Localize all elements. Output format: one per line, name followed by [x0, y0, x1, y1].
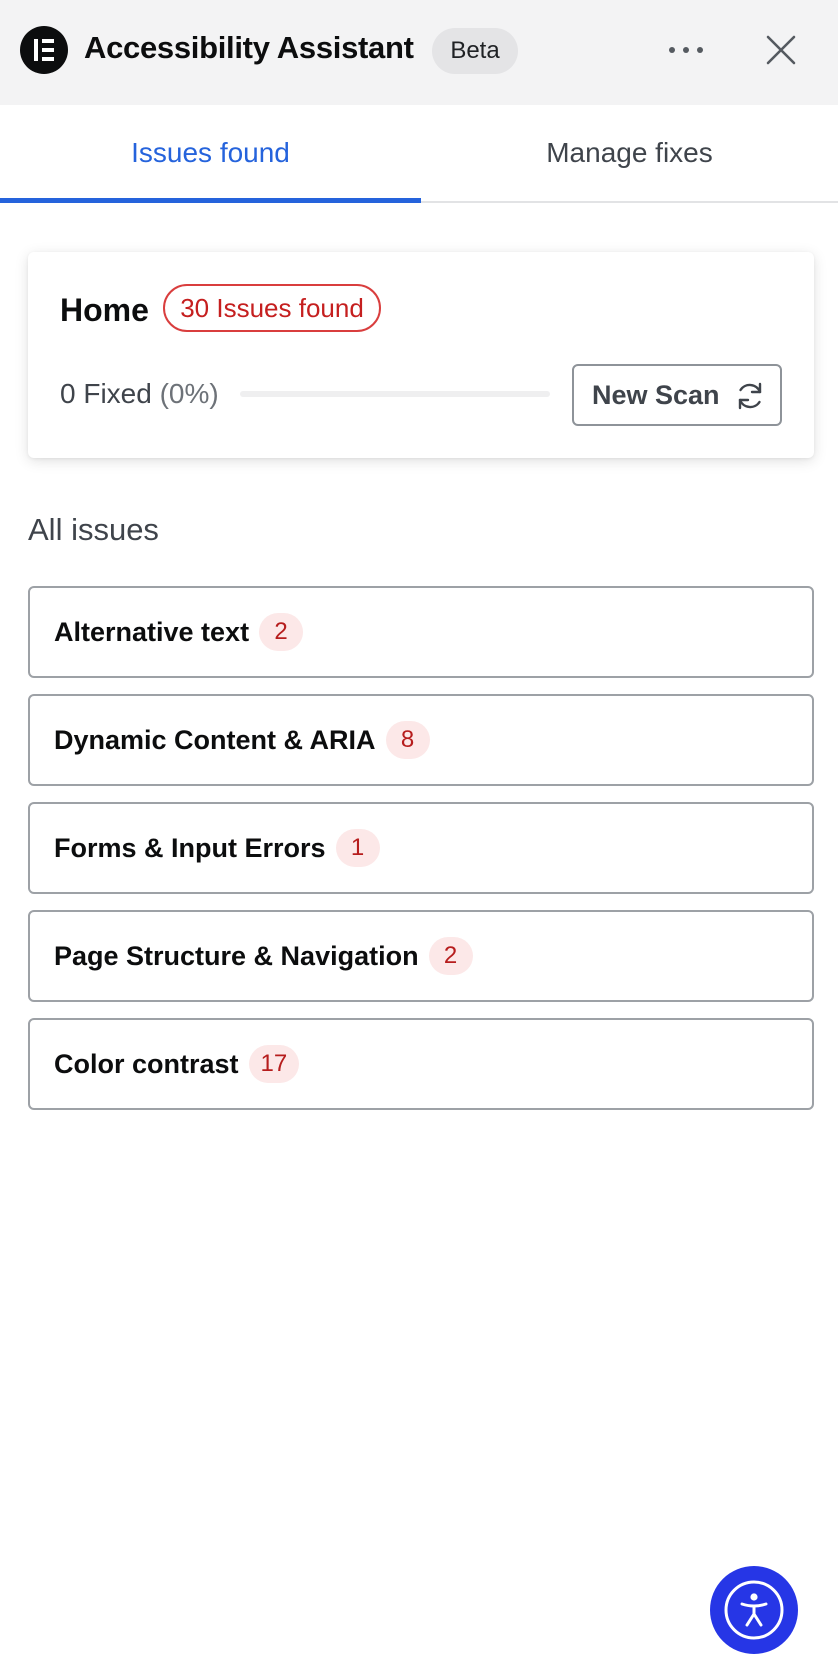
- all-issues-heading: All issues: [28, 512, 159, 547]
- issue-category-page-structure-navigation[interactable]: Page Structure & Navigation 2: [28, 910, 814, 1002]
- more-horizontal-icon: [669, 47, 703, 53]
- beta-badge: Beta: [432, 28, 518, 74]
- accessibility-icon: [724, 1580, 784, 1640]
- app-title: Accessibility Assistant: [84, 30, 414, 65]
- issue-category-forms-input-errors[interactable]: Forms & Input Errors 1: [28, 802, 814, 894]
- close-button[interactable]: [756, 26, 806, 74]
- app-header: Accessibility Assistant Beta: [0, 0, 838, 105]
- tab-manage-fixes[interactable]: Manage fixes: [421, 105, 838, 201]
- accessibility-widget-button[interactable]: [710, 1566, 798, 1654]
- tab-issues-found[interactable]: Issues found: [0, 105, 421, 201]
- more-options-button[interactable]: [656, 26, 716, 74]
- issue-category-alternative-text[interactable]: Alternative text 2: [28, 586, 814, 678]
- new-scan-label: New Scan: [592, 379, 720, 410]
- page-name: Home: [60, 292, 149, 328]
- fixed-count: 0 Fixed: [60, 378, 152, 409]
- issue-category-label: Forms & Input Errors: [54, 832, 326, 863]
- issue-category-label: Color contrast: [54, 1048, 239, 1079]
- issue-category-label: Dynamic Content & ARIA: [54, 724, 376, 755]
- tab-bar: Issues found Manage fixes: [0, 105, 838, 203]
- refresh-icon: [738, 382, 762, 410]
- new-scan-button[interactable]: New Scan: [572, 364, 782, 426]
- fixed-percent: (0%): [159, 378, 219, 409]
- issue-category-label: Alternative text: [54, 616, 250, 647]
- fixed-progress-bar: [240, 391, 550, 397]
- close-icon: [766, 35, 796, 65]
- elementor-logo-icon: [20, 26, 68, 74]
- fixed-status: 0 Fixed (0%): [60, 376, 219, 412]
- issue-count-badge: 17: [248, 1045, 300, 1083]
- issue-count-badge: 2: [259, 613, 304, 651]
- active-tab-indicator: [0, 198, 421, 203]
- issue-count-badge: 1: [335, 829, 380, 867]
- issue-count-badge: 8: [385, 721, 430, 759]
- issue-category-color-contrast[interactable]: Color contrast 17: [28, 1018, 814, 1110]
- issue-count-badge: 2: [428, 937, 473, 975]
- issue-category-label: Page Structure & Navigation: [54, 940, 419, 971]
- issues-count-chip: 30 Issues found: [163, 284, 381, 332]
- scan-summary-card: Home 30 Issues found 0 Fixed (0%) New Sc…: [28, 252, 814, 458]
- issue-category-dynamic-content-aria[interactable]: Dynamic Content & ARIA 8: [28, 694, 814, 786]
